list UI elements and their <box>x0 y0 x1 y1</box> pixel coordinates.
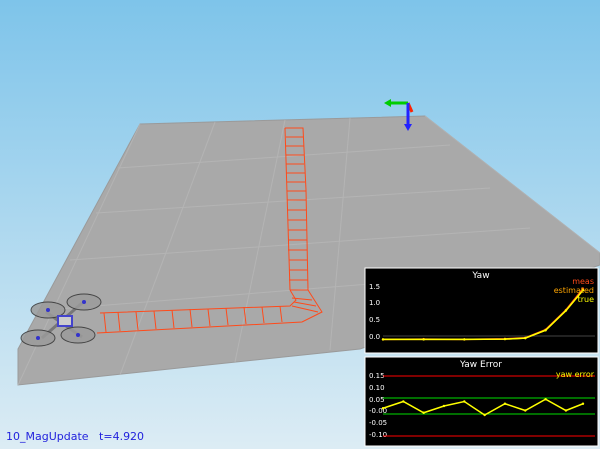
yaw-plot-title: Yaw <box>471 271 489 281</box>
err-tick-label: -0.10 <box>369 431 387 439</box>
data-point <box>503 337 507 341</box>
data-point <box>381 338 385 341</box>
data-point <box>503 402 507 405</box>
data-point <box>581 402 585 405</box>
data-point <box>544 398 547 401</box>
data-point <box>524 409 527 412</box>
data-point <box>564 309 568 312</box>
yaw-error-plot: Yaw Error 0.15 0.10 0.05 -0.00 -0.05 -0.… <box>364 356 599 447</box>
err-tick-label: 0.15 <box>369 372 385 380</box>
err-tick-label: -0.05 <box>369 419 387 427</box>
data-point <box>442 404 446 408</box>
data-point <box>422 411 425 414</box>
legend-yaw-error: yaw error <box>556 370 595 379</box>
legend-meas: meas <box>572 277 594 286</box>
data-point <box>463 400 466 403</box>
data-point <box>422 338 425 341</box>
err-tick-label: 0.05 <box>369 396 385 404</box>
data-point <box>483 413 486 417</box>
yaw-tick-label: 0.0 <box>369 333 380 341</box>
err-tick-label: 0.10 <box>369 384 385 392</box>
simulator-viewport[interactable]: Yaw 1.5 1.0 0.5 0.0 meas estimated true … <box>0 0 600 449</box>
data-point <box>463 338 466 341</box>
data-point <box>402 400 405 403</box>
status-bar-text: 10_MagUpdate t=4.920 <box>6 430 145 443</box>
data-point <box>544 329 547 332</box>
yaw-tick-label: 1.0 <box>369 299 380 307</box>
yaw-tick-label: 0.5 <box>369 316 380 324</box>
yaw-tick-label: 1.5 <box>369 283 380 291</box>
data-point <box>381 407 385 410</box>
data-point <box>564 409 568 412</box>
data-point <box>524 336 527 340</box>
legend-true: true <box>578 295 594 304</box>
yaw-error-plot-title: Yaw Error <box>459 360 502 370</box>
yaw-plot: Yaw 1.5 1.0 0.5 0.0 meas estimated true <box>364 267 599 354</box>
legend-estimated: estimated <box>554 286 594 295</box>
